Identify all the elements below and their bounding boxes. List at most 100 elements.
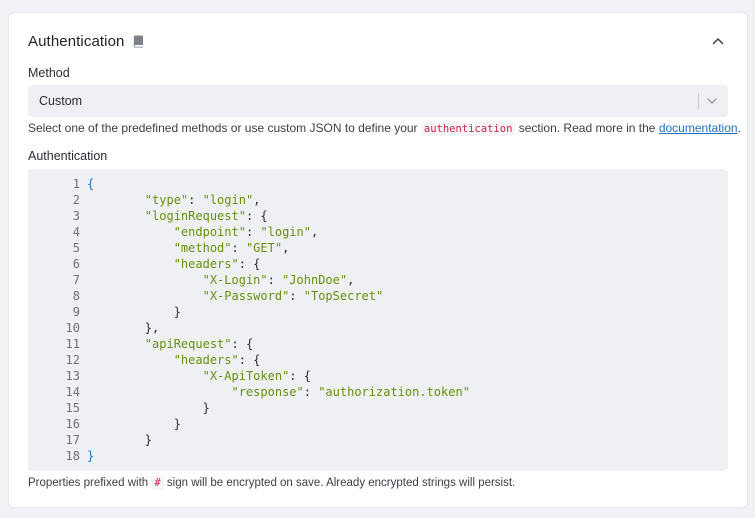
code-line[interactable]: } [87, 416, 720, 432]
code-line[interactable]: "X-Login": "JohnDoe", [87, 272, 720, 288]
code-line[interactable]: }, [87, 320, 720, 336]
code-line[interactable]: "headers": { [87, 256, 720, 272]
json-punctuation: : [245, 225, 261, 239]
line-number: 16 [65, 417, 80, 431]
json-string: "login" [202, 193, 254, 207]
code-line[interactable]: } [87, 400, 720, 416]
json-string: "GET" [245, 241, 283, 255]
help-text-middle: section. Read more in the [515, 121, 659, 135]
code-line[interactable]: } [87, 432, 720, 448]
code-content[interactable]: { "type": "login", "loginRequest": { "en… [87, 176, 720, 464]
line-number: 14 [65, 385, 80, 399]
line-number-gutter: 1 2 3 4 5 6 7 8 9 10 11 12 13 14 15 16 17 18 [28, 176, 80, 464]
json-code-editor[interactable]: 1 2 3 4 5 6 7 8 9 10 11 12 13 14 15 16 17 18 { "type": "l… [28, 169, 728, 471]
json-key: "X-ApiToken" [202, 369, 290, 383]
json-punctuation [87, 193, 145, 207]
footnote-prefix: Properties prefixed with [28, 477, 152, 489]
select-divider [698, 93, 699, 109]
code-line[interactable]: "X-Password": "TopSecret" [87, 288, 720, 304]
json-punctuation: : { [245, 209, 268, 223]
line-number: 6 [72, 257, 80, 271]
json-punctuation: , [310, 225, 319, 239]
json-key: "type" [144, 193, 189, 207]
code-line[interactable]: "headers": { [87, 352, 720, 368]
json-punctuation [87, 257, 174, 271]
json-key: "X-Login" [202, 273, 268, 287]
code-line[interactable]: "type": "login", [87, 192, 720, 208]
line-number: 7 [72, 273, 80, 287]
line-number: 9 [72, 305, 80, 319]
chevron-up-icon[interactable] [708, 31, 728, 51]
code-line[interactable]: "method": "GET", [87, 240, 720, 256]
json-punctuation: } [87, 305, 181, 319]
json-punctuation: : { [238, 257, 261, 271]
line-number: 15 [65, 401, 80, 415]
json-punctuation [87, 337, 145, 351]
json-punctuation: : [231, 241, 246, 255]
code-line[interactable]: "X-ApiToken": { [87, 368, 720, 384]
line-number: 2 [72, 193, 80, 207]
json-key: "method" [173, 241, 232, 255]
json-key: "loginRequest" [144, 209, 246, 223]
line-number: 1 [72, 177, 80, 191]
code-line[interactable]: "loginRequest": { [87, 208, 720, 224]
line-number: 18 [65, 449, 80, 463]
json-punctuation: : [303, 385, 319, 399]
json-key: "response" [231, 385, 304, 399]
help-text-suffix: . [737, 121, 741, 135]
help-inline-code: authentication [420, 122, 516, 136]
code-line[interactable]: "endpoint": "login", [87, 224, 720, 240]
authentication-card: Authentication Method Custom Select one … [9, 13, 747, 507]
json-punctuation: } [87, 449, 95, 463]
line-number: 11 [65, 337, 80, 351]
line-number: 8 [72, 289, 80, 303]
method-label: Method [28, 66, 70, 80]
json-string: "JohnDoe" [282, 273, 348, 287]
code-line[interactable]: "response": "authorization.token" [87, 384, 720, 400]
method-help-text: Select one of the predefined methods or … [28, 121, 741, 136]
line-number: 5 [72, 241, 80, 255]
json-punctuation: : { [289, 369, 311, 383]
json-punctuation [87, 273, 203, 287]
footnote-inline-code: # [151, 476, 164, 490]
json-punctuation: : { [231, 337, 254, 351]
encryption-footnote: Properties prefixed with # sign will be … [28, 476, 515, 490]
line-number: 4 [72, 225, 80, 239]
json-punctuation: { [87, 177, 95, 191]
method-select[interactable]: Custom [28, 85, 728, 117]
json-punctuation: }, [87, 321, 160, 335]
line-number: 13 [65, 369, 80, 383]
line-number: 12 [65, 353, 80, 367]
json-punctuation [87, 369, 203, 383]
json-punctuation: } [87, 433, 153, 447]
json-punctuation: } [87, 417, 181, 431]
json-key: "X-Password" [202, 289, 290, 303]
json-punctuation: : [267, 273, 283, 287]
json-key: "apiRequest" [144, 337, 232, 351]
chevron-down-icon[interactable] [705, 94, 719, 108]
json-string: "TopSecret" [303, 289, 384, 303]
section-title: Authentication [28, 32, 125, 50]
code-line[interactable]: { [87, 176, 720, 192]
line-number: 3 [72, 209, 80, 223]
json-punctuation: : [188, 193, 203, 207]
json-string: "login" [260, 225, 311, 239]
json-punctuation: , [347, 273, 355, 287]
code-line[interactable]: } [87, 448, 720, 464]
json-punctuation: : { [238, 353, 261, 367]
line-number: 10 [65, 321, 80, 335]
json-punctuation [87, 225, 174, 239]
json-key: "headers" [173, 257, 239, 271]
json-punctuation: : [289, 289, 304, 303]
documentation-link[interactable]: documentation [659, 121, 738, 135]
code-line[interactable]: "apiRequest": { [87, 336, 720, 352]
json-punctuation [87, 241, 174, 255]
json-punctuation [87, 289, 203, 303]
method-selected-value: Custom [39, 94, 83, 108]
code-line[interactable]: } [87, 304, 720, 320]
json-punctuation: } [87, 401, 210, 415]
help-text-prefix: Select one of the predefined methods or … [28, 121, 421, 135]
book-icon[interactable] [133, 35, 144, 48]
json-punctuation [87, 385, 232, 399]
editor-label: Authentication [28, 149, 108, 163]
